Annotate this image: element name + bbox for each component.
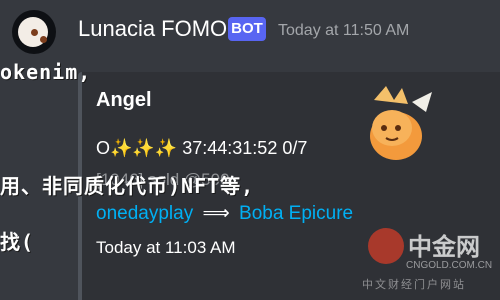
avatar-logo-dot [31,29,38,36]
avatar-logo-icon [18,17,48,47]
bot-badge: BOT [228,17,266,41]
angel-creature-thumbnail[interactable] [352,78,436,166]
seller-link[interactable]: onedayplay [96,203,193,224]
creature-eye-right [395,125,401,131]
watermark-tagline: 中文财经门户网站 [362,278,466,291]
watermark-domain: CNGOLD.COM.CN [406,260,493,271]
avatar-logo-dot [40,36,47,43]
message-timestamp: Today at 11:50 AM [278,22,410,39]
creature-crown [374,86,408,104]
bot-avatar[interactable] [12,10,56,54]
watermark-logo-icon [368,228,404,264]
embed-description: O✨✨✨ 37:44:31:52 0/7 [96,138,308,158]
embed-footer-timestamp: Today at 11:03 AM [96,238,236,257]
message-header: Lunacia FOMO BOT Today at 11:50 AM [0,0,500,60]
buyer-link[interactable]: Boba Epicure [239,203,353,224]
creature-wing [412,92,432,112]
arrow-icon: ⟹ [202,203,230,224]
overlay-text-line-3: 找( [0,230,35,254]
overlay-text-line-2: 用、非同质化代币)NFT等, [0,174,255,198]
overlay-text-line-1: okenim, [0,60,92,84]
embed-title: Angel [96,89,152,111]
creature-eye-left [381,125,387,131]
trade-line: onedayplay ⟹ Boba Epicure [96,202,353,225]
watermark-name: 中金网 [408,233,480,261]
author-name[interactable]: Lunacia FOMO [78,16,227,42]
